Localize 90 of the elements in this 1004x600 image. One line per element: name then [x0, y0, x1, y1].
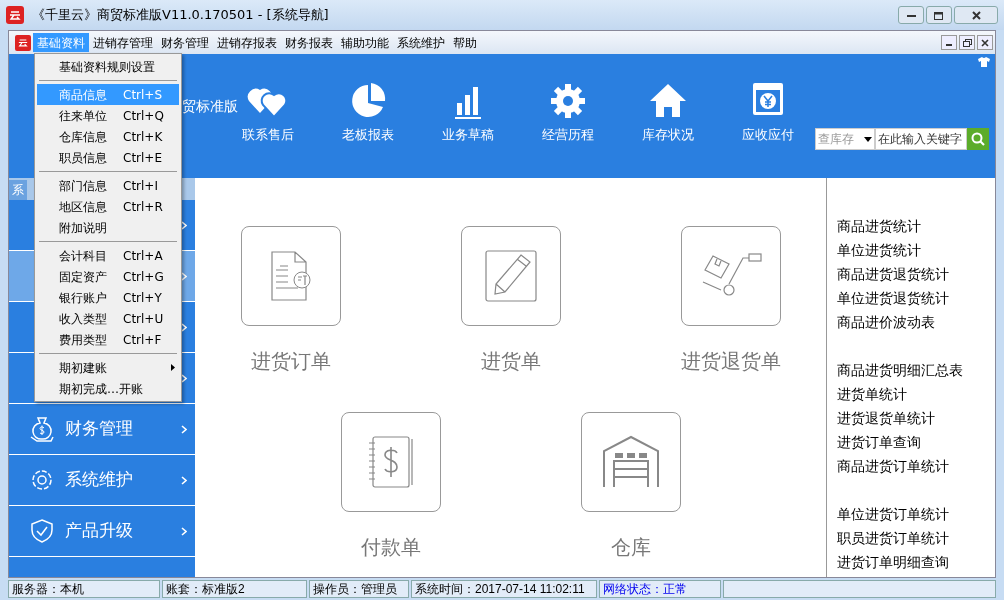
- menu-item[interactable]: 财务报表: [281, 33, 337, 52]
- nav-button[interactable]: 老板报表: [341, 81, 395, 145]
- dropdown-item[interactable]: 部门信息 Ctrl+I: [37, 175, 179, 196]
- menu-item[interactable]: 财务管理: [157, 33, 213, 52]
- tile-label: 仓库: [610, 534, 651, 561]
- dropdown-item[interactable]: 仓库信息 Ctrl+K: [37, 126, 179, 147]
- chevron-right-icon: [181, 373, 187, 383]
- t-shirt-icon[interactable]: [977, 56, 991, 68]
- app-logo-icon: [15, 34, 31, 51]
- dropdown-item[interactable]: 银行账户 Ctrl+Y: [37, 287, 179, 308]
- window-title: 《千里云》商贸标准版V11.0.170501 - [系统导航]: [32, 6, 329, 25]
- dropdown-item[interactable]: 会计科目 Ctrl+A: [37, 245, 179, 266]
- status-field: 系统时间：2017-07-14 11:02:11: [411, 580, 597, 598]
- close-button[interactable]: [977, 35, 993, 50]
- dropdown-item[interactable]: 往来单位 Ctrl+Q: [37, 105, 179, 126]
- module-tile[interactable]: [680, 226, 781, 326]
- money-bag-icon: [29, 415, 55, 443]
- dropdown-item[interactable]: 职员信息 Ctrl+E: [37, 147, 179, 168]
- nav-button[interactable]: 经营历程: [541, 81, 595, 145]
- report-link[interactable]: 商品进货明细汇总表: [837, 358, 995, 382]
- dropdown-item[interactable]: 收入类型 Ctrl+U: [37, 308, 179, 329]
- report-link[interactable]: 进货单统计: [837, 382, 995, 406]
- chevron-right-icon: [181, 271, 187, 281]
- maximize-button[interactable]: [926, 6, 952, 24]
- nav-button[interactable]: 业务草稿: [441, 81, 495, 145]
- menu-item[interactable]: 辅助功能: [337, 33, 393, 52]
- minimize-icon: [906, 13, 916, 17]
- menu-item[interactable]: 进销存管理: [89, 33, 157, 52]
- tile-label: 进货退货单: [680, 348, 781, 375]
- dropdown-item[interactable]: 固定资产 Ctrl+G: [37, 266, 179, 287]
- restore-icon: [962, 38, 972, 47]
- close-icon: [971, 10, 981, 20]
- report-link[interactable]: 商品进货退货统计: [837, 262, 995, 286]
- dropdown-item[interactable]: 期初完成…开账: [37, 378, 179, 399]
- nav-button[interactable]: 联系售后: [241, 81, 295, 145]
- dropdown-item[interactable]: 费用类型 Ctrl+F: [37, 329, 179, 350]
- tile-label: 进货单: [480, 348, 541, 375]
- report-link[interactable]: 商品进价波动表: [837, 310, 995, 334]
- tile-label: 付款单: [360, 534, 421, 561]
- report-link[interactable]: 商品进货统计: [837, 214, 995, 238]
- dropdown-item[interactable]: 地区信息 Ctrl+R: [37, 196, 179, 217]
- chevron-right-icon: [181, 424, 187, 434]
- menu-item[interactable]: 进销存报表: [213, 33, 281, 52]
- minimize-button[interactable]: [898, 6, 924, 24]
- module-tile[interactable]: [580, 412, 681, 512]
- report-link[interactable]: 进货退货单统计: [837, 406, 995, 430]
- module-tile[interactable]: [340, 412, 441, 512]
- caret-icon: [864, 136, 872, 142]
- close-icon: [981, 38, 989, 47]
- nav-button[interactable]: 应收应付: [741, 81, 795, 145]
- chevron-right-icon: [181, 322, 187, 332]
- minimize-button[interactable]: [941, 35, 957, 50]
- tile-label: 进货订单: [250, 348, 331, 375]
- shield-check-icon: [29, 518, 55, 544]
- chevron-right-icon: [181, 475, 187, 485]
- status-field: 服务器：本机: [8, 580, 160, 598]
- status-field: 账套：标准版2: [162, 580, 307, 598]
- pencil-icon: [484, 250, 537, 302]
- dropdown-item[interactable]: 期初建账: [37, 357, 179, 378]
- chevron-right-icon: [181, 220, 187, 230]
- maximize-icon: [934, 10, 944, 20]
- product-name: 贸标准版: [182, 97, 238, 116]
- app-logo-icon: [6, 6, 24, 24]
- search-icon: [971, 132, 985, 146]
- report-link[interactable]: 单位进货退货统计: [837, 286, 995, 310]
- warehouse-icon: [600, 435, 661, 489]
- cog-icon: [29, 467, 55, 493]
- status-field: 操作员：管理员: [309, 580, 409, 598]
- report-link[interactable]: 商品进货订单统计: [837, 454, 995, 478]
- module-tile[interactable]: [240, 226, 341, 326]
- report-link[interactable]: 进货订单明细查询: [837, 550, 995, 574]
- module-tile[interactable]: [460, 226, 561, 326]
- search-button[interactable]: [967, 128, 989, 150]
- close-button[interactable]: [954, 6, 998, 24]
- nav-button[interactable]: 库存状况: [641, 81, 695, 145]
- menu-item[interactable]: 帮助: [449, 33, 481, 52]
- dropdown-item[interactable]: 基础资料规则设置: [37, 56, 179, 77]
- report-link[interactable]: 单位进货订单统计: [837, 502, 995, 526]
- submenu-arrow-icon: [171, 364, 175, 371]
- ledger-dollar-icon: [366, 435, 415, 489]
- chevron-right-icon: [181, 526, 187, 536]
- menu-item[interactable]: 系统维护: [393, 33, 449, 52]
- restore-button[interactable]: [959, 35, 975, 50]
- report-link[interactable]: 进货订单查询: [837, 430, 995, 454]
- report-link[interactable]: 职员进货订单统计: [837, 526, 995, 550]
- dropdown-item[interactable]: 附加说明: [37, 217, 179, 238]
- report-link[interactable]: 单位进货统计: [837, 238, 995, 262]
- minimize-icon: [946, 44, 952, 46]
- status-field: 网络状态：正常: [599, 580, 721, 598]
- search-field[interactable]: 在此输入关键字: [875, 128, 967, 150]
